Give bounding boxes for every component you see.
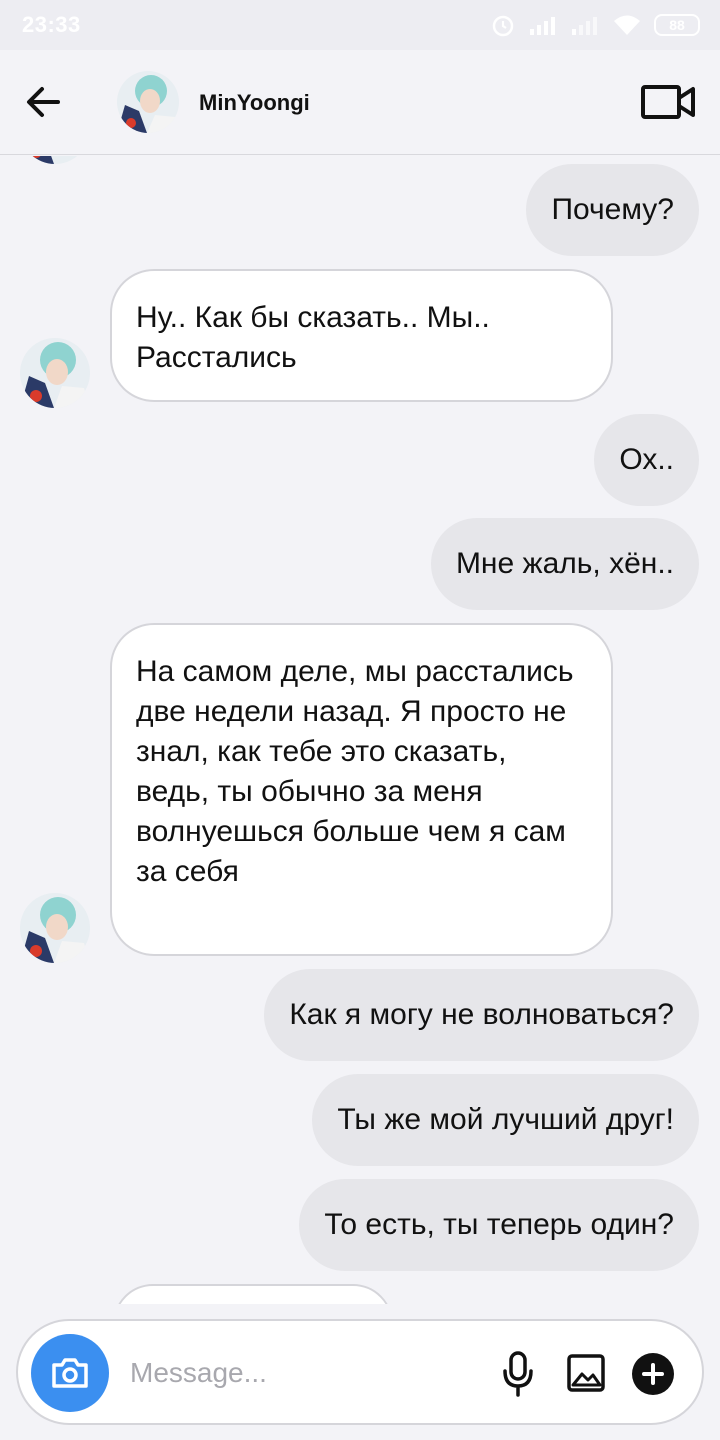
message-input[interactable]	[130, 1351, 470, 1395]
camera-icon[interactable]	[31, 1334, 109, 1412]
contact-avatar[interactable]	[117, 71, 179, 133]
battery-icon: 88	[654, 14, 700, 36]
message-incoming[interactable]: На самом деле, мы расстались две недели …	[110, 623, 613, 956]
message-composer	[16, 1319, 704, 1425]
video-camera-icon[interactable]	[640, 82, 696, 122]
message-outgoing[interactable]: То есть, ты теперь один?	[299, 1179, 699, 1271]
message-list[interactable]: Почему? Ну.. Как бы сказать.. Мы.. Расст…	[0, 156, 720, 1304]
status-icons: 88	[490, 12, 700, 38]
contact-avatar-small	[20, 156, 90, 164]
wifi-icon	[612, 13, 642, 37]
message-outgoing[interactable]: Почему?	[526, 164, 699, 256]
message-incoming[interactable]: Ну.. Как бы сказать.. Мы.. Расстались	[110, 269, 613, 402]
message-outgoing[interactable]: Ох..	[594, 414, 699, 506]
signal-icon	[528, 14, 558, 36]
contact-name[interactable]: MinYoongi	[199, 90, 310, 116]
message-outgoing[interactable]: Как я могу не волноваться?	[264, 969, 699, 1061]
plus-circle-icon[interactable]	[632, 1353, 674, 1395]
message-incoming-partial	[113, 1284, 393, 1304]
signal-2-icon	[570, 14, 600, 36]
chat-header: MinYoongi	[0, 50, 720, 155]
image-icon[interactable]	[566, 1353, 606, 1393]
status-time: 23:33	[22, 12, 81, 37]
status-bar: 23:33 88	[0, 0, 720, 50]
message-outgoing[interactable]: Ты же мой лучший друг!	[312, 1074, 699, 1166]
alarm-icon	[490, 12, 516, 38]
back-arrow-icon[interactable]	[22, 80, 66, 124]
message-outgoing[interactable]: Мне жаль, хён..	[430, 518, 699, 610]
contact-avatar-small	[20, 338, 90, 408]
contact-avatar-small	[20, 893, 90, 963]
microphone-icon[interactable]	[500, 1351, 536, 1397]
